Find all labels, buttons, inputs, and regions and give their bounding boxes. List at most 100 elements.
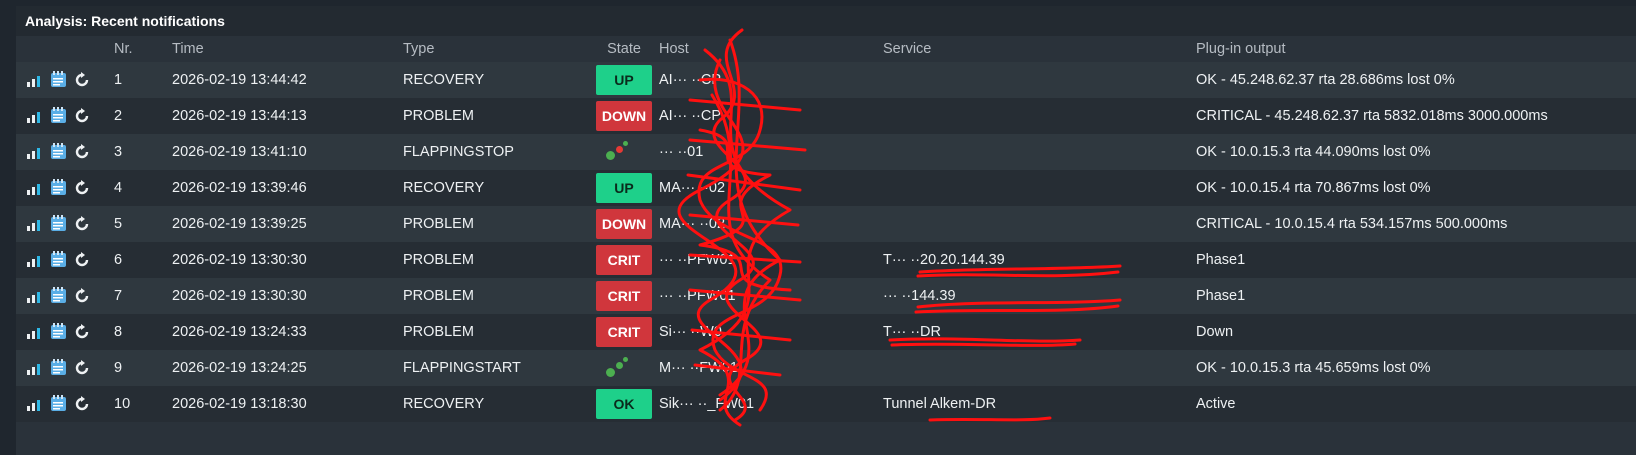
cell-time: 2026-02-19 13:18:30 (172, 386, 403, 422)
table-row: 9 2026-02-19 13:24:25 FLAPPINGSTART M··· ··… (16, 350, 1636, 386)
notes-icon[interactable] (49, 359, 69, 377)
state-badge: DOWN (596, 101, 652, 131)
cell-service[interactable]: T··· ··20.20.144.39 (883, 242, 1196, 278)
reload-icon[interactable] (74, 180, 90, 196)
cell-host[interactable]: MA··· ··02 (659, 170, 883, 206)
reload-icon[interactable] (74, 396, 90, 412)
cell-type: RECOVERY (403, 170, 589, 206)
row-icons-cell (16, 242, 114, 278)
cell-service[interactable]: ··· ··144.39 (883, 278, 1196, 314)
cell-service[interactable] (883, 170, 1196, 206)
graph-icon[interactable] (26, 360, 44, 376)
graph-icon[interactable] (26, 252, 44, 268)
state-badge: UP (596, 173, 652, 203)
column-header-service[interactable]: Service (883, 36, 1196, 62)
cell-state: CRIT (589, 278, 659, 314)
notes-icon[interactable] (49, 179, 69, 197)
cell-state: OK (589, 386, 659, 422)
table-row: 1 2026-02-19 13:44:42 RECOVERY UP AI··· ··CP… (16, 62, 1636, 98)
cell-service[interactable] (883, 62, 1196, 98)
cell-service[interactable] (883, 350, 1196, 386)
column-header-time[interactable]: Time (172, 36, 403, 62)
column-header-nr[interactable]: Nr. (114, 36, 172, 62)
row-icons-cell (16, 314, 114, 350)
reload-icon[interactable] (74, 288, 90, 304)
notes-icon[interactable] (49, 107, 69, 125)
reload-icon[interactable] (74, 252, 90, 268)
flapping-icon (596, 137, 652, 167)
cell-time: 2026-02-19 13:44:42 (172, 62, 403, 98)
cell-host[interactable]: AI··· ··CP (659, 98, 883, 134)
cell-service[interactable] (883, 98, 1196, 134)
notes-icon[interactable] (49, 287, 69, 305)
cell-host[interactable]: ··· ··PFW01 (659, 242, 883, 278)
table-row: 8 2026-02-19 13:24:33 PROBLEM CRIT Si··· ··W… (16, 314, 1636, 350)
state-badge: UP (596, 65, 652, 95)
cell-type: PROBLEM (403, 314, 589, 350)
cell-service[interactable] (883, 134, 1196, 170)
cell-type: PROBLEM (403, 206, 589, 242)
cell-output: OK - 10.0.15.3 rta 44.090ms lost 0% (1196, 134, 1636, 170)
cell-host[interactable]: M··· ··FW01 (659, 350, 883, 386)
cell-host[interactable]: Si··· ··W0 (659, 314, 883, 350)
cell-state (589, 350, 659, 386)
cell-type: RECOVERY (403, 62, 589, 98)
cell-state: UP (589, 62, 659, 98)
cell-nr: 4 (114, 170, 172, 206)
cell-type: RECOVERY (403, 386, 589, 422)
cell-host[interactable]: AI··· ··CP (659, 62, 883, 98)
notes-icon[interactable] (49, 251, 69, 269)
table-row: 2 2026-02-19 13:44:13 PROBLEM DOWN AI··· ··C… (16, 98, 1636, 134)
cell-time: 2026-02-19 13:24:25 (172, 350, 403, 386)
cell-host[interactable]: ··· ··PFW01 (659, 278, 883, 314)
notes-icon[interactable] (49, 143, 69, 161)
cell-service[interactable]: T··· ··DR (883, 314, 1196, 350)
cell-service[interactable]: Tunnel Alkem-DR (883, 386, 1196, 422)
reload-icon[interactable] (74, 72, 90, 88)
cell-time: 2026-02-19 13:41:10 (172, 134, 403, 170)
cell-output: OK - 10.0.15.3 rta 45.659ms lost 0% (1196, 350, 1636, 386)
cell-host[interactable]: Sik··· ··_FW01 (659, 386, 883, 422)
state-badge: CRIT (596, 281, 652, 311)
reload-icon[interactable] (74, 360, 90, 376)
notes-icon[interactable] (49, 395, 69, 413)
graph-icon[interactable] (26, 108, 44, 124)
row-icons-cell (16, 62, 114, 98)
column-header-output[interactable]: Plug-in output (1196, 36, 1636, 62)
cell-nr: 1 (114, 62, 172, 98)
notifications-table: Nr. Time Type State Host Service Plug-in… (16, 36, 1636, 422)
reload-icon[interactable] (74, 216, 90, 232)
graph-icon[interactable] (26, 324, 44, 340)
cell-state (589, 134, 659, 170)
column-header-state[interactable]: State (589, 36, 659, 62)
reload-icon[interactable] (74, 144, 90, 160)
graph-icon[interactable] (26, 180, 44, 196)
cell-type: PROBLEM (403, 278, 589, 314)
cell-state: CRIT (589, 314, 659, 350)
reload-icon[interactable] (74, 324, 90, 340)
graph-icon[interactable] (26, 72, 44, 88)
notes-icon[interactable] (49, 215, 69, 233)
cell-nr: 2 (114, 98, 172, 134)
graph-icon[interactable] (26, 216, 44, 232)
graph-icon[interactable] (26, 144, 44, 160)
cell-state: UP (589, 170, 659, 206)
table-header-row: Nr. Time Type State Host Service Plug-in… (16, 36, 1636, 62)
row-icons-cell (16, 350, 114, 386)
notes-icon[interactable] (49, 71, 69, 89)
cell-nr: 6 (114, 242, 172, 278)
cell-output: Down (1196, 314, 1636, 350)
graph-icon[interactable] (26, 396, 44, 412)
column-header-host[interactable]: Host (659, 36, 883, 62)
column-header-type[interactable]: Type (403, 36, 589, 62)
cell-host[interactable]: MA··· ··02 (659, 206, 883, 242)
table-row: 4 2026-02-19 13:39:46 RECOVERY UP MA··· ··02… (16, 170, 1636, 206)
notes-icon[interactable] (49, 323, 69, 341)
recent-notifications-dashlet: Analysis: Recent notifications Nr. Time … (16, 6, 1636, 455)
cell-nr: 9 (114, 350, 172, 386)
cell-service[interactable] (883, 206, 1196, 242)
graph-icon[interactable] (26, 288, 44, 304)
reload-icon[interactable] (74, 108, 90, 124)
cell-nr: 8 (114, 314, 172, 350)
cell-host[interactable]: ··· ··01 (659, 134, 883, 170)
